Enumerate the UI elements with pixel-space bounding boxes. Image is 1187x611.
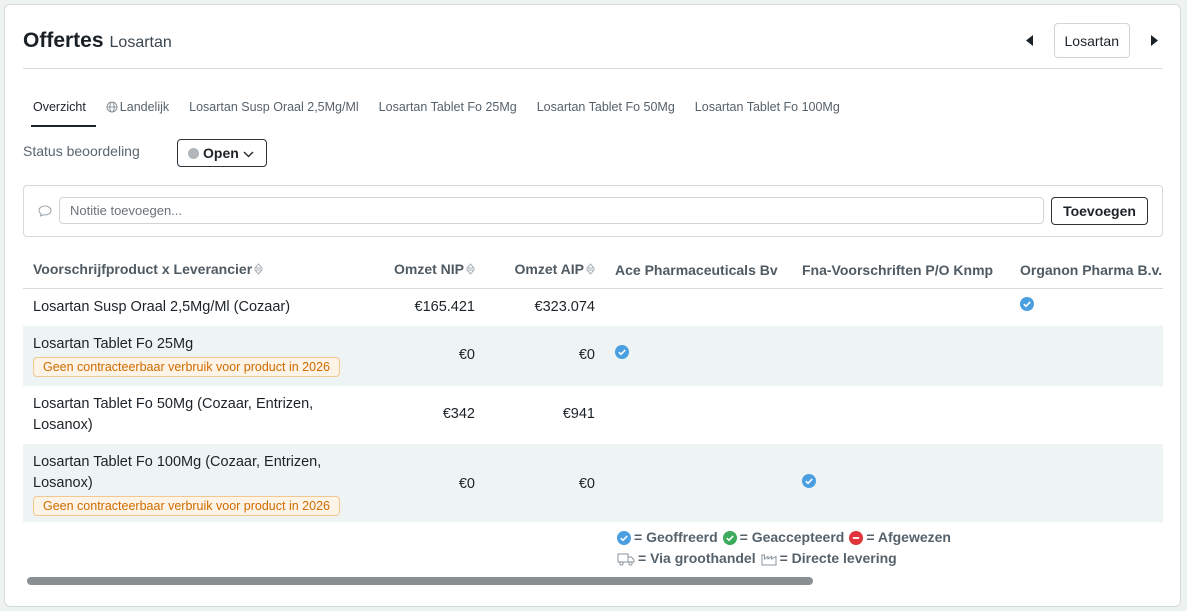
offer-cell [1010, 288, 1163, 326]
offer-cell [605, 325, 792, 386]
omzet-aip-cell: €0 [485, 443, 605, 522]
status-value: Open [203, 145, 239, 161]
product-name: Losartan Susp Oraal 2,5Mg/Ml (Cozaar) [33, 298, 291, 315]
offer-cell [792, 325, 1010, 386]
column-header-supplier: Fna-Voorschriften P/O Knmp [792, 252, 1010, 289]
legend-delivery-row: = Via groothandel = Directe levering [617, 548, 951, 569]
tab-overzicht[interactable]: Overzicht [23, 97, 96, 127]
legend-status-row: = Geoffreerd = Geaccepteerd = Afgewezen [617, 527, 951, 548]
offer-cell [792, 443, 1010, 522]
offers-panel: Offertes Losartan Losartan Overzicht Lan… [4, 4, 1181, 607]
column-header-supplier: Ace Pharmaceuticals Bv [605, 252, 792, 289]
omzet-aip-cell: €323.074 [534, 298, 595, 315]
accepted-check-icon [722, 530, 737, 545]
table-row[interactable]: Losartan Susp Oraal 2,5Mg/Ml (Cozaar) €1… [23, 288, 1163, 326]
offered-check-icon[interactable] [1020, 296, 1034, 318]
table-row[interactable]: Losartan Tablet Fo 50Mg (Cozaar, Entrize… [23, 386, 1163, 444]
tab-label: Losartan Tablet Fo 25Mg [378, 100, 517, 114]
horizontal-scrollbar[interactable] [27, 577, 813, 585]
offer-cell [792, 288, 1010, 326]
note-box: Toevoegen [23, 185, 1163, 237]
offer-cell [605, 443, 792, 522]
table-header-row: Voorschrijfproduct x Leverancier Omzet N… [23, 252, 1163, 289]
product-cell: Losartan Tablet Fo 50Mg (Cozaar, Entrize… [23, 386, 365, 444]
legend-wholesale: = Via groothandel [638, 550, 756, 566]
warning-badge: Geen contracteerbaar verbruik voor produ… [33, 356, 340, 377]
tab-label: Losartan Susp Oraal 2,5Mg/Ml [189, 100, 359, 114]
column-header-omzet-aip[interactable]: Omzet AIP [485, 252, 605, 289]
offers-table-container: Voorschrijfproduct x Leverancier Omzet N… [23, 252, 1163, 522]
triangle-right-icon[interactable] [1142, 29, 1166, 53]
tab-label: Overzicht [33, 100, 86, 114]
globe-icon [106, 101, 118, 116]
product-name: Losartan Tablet Fo 50Mg (Cozaar, Entrize… [33, 395, 314, 433]
triangle-left-icon[interactable] [1018, 29, 1042, 53]
offer-cell [792, 386, 1010, 444]
sort-icon [254, 262, 264, 278]
status-label: Status beoordeling [23, 143, 140, 159]
tab-bar: Overzicht Landelijk Losartan Susp Oraal … [23, 97, 850, 127]
truck-icon [617, 552, 635, 566]
offer-cell [605, 288, 792, 326]
offer-cell [1010, 386, 1163, 444]
speech-bubble-icon [38, 204, 52, 222]
offered-check-icon [617, 530, 631, 545]
legend-accepted: = Geaccepteerd [739, 529, 845, 545]
offer-cell [1010, 325, 1163, 386]
omzet-nip-cell: €0 [365, 325, 485, 386]
product-navigator: Losartan [1018, 23, 1166, 58]
product-name: Losartan Tablet Fo 25Mg [33, 335, 194, 352]
tab-label: Losartan Tablet Fo 100Mg [694, 100, 840, 114]
product-cell: Losartan Tablet Fo 100Mg (Cozaar, Entriz… [23, 443, 365, 522]
sort-icon [585, 262, 596, 278]
omzet-nip-cell: €165.421 [414, 298, 475, 315]
offer-cell [605, 386, 792, 444]
legend: = Geoffreerd = Geaccepteerd = Afgewezen … [617, 527, 951, 569]
page-title-product: Losartan [109, 34, 172, 51]
omzet-nip-cell: €0 [365, 443, 485, 522]
legend-direct: = Directe levering [779, 550, 897, 566]
table-row[interactable]: Losartan Tablet Fo 100Mg (Cozaar, Entriz… [23, 443, 1163, 522]
product-name: Losartan Tablet Fo 100Mg (Cozaar, Entriz… [33, 453, 322, 491]
tab-label: Losartan Tablet Fo 50Mg [536, 100, 675, 114]
table-row[interactable]: Losartan Tablet Fo 25Mg Geen contracteer… [23, 325, 1163, 386]
page-title: Offertes Losartan [23, 29, 172, 53]
product-cell: Losartan Tablet Fo 25Mg Geen contracteer… [23, 325, 365, 386]
status-select[interactable]: Open [177, 139, 267, 167]
offered-check-icon[interactable] [615, 345, 629, 366]
warning-badge: Geen contracteerbaar verbruik voor produ… [33, 495, 340, 516]
column-header-product[interactable]: Voorschrijfproduct x Leverancier [23, 252, 365, 289]
omzet-aip-cell: €941 [562, 406, 595, 423]
tab-label: Landelijk [119, 100, 170, 114]
chevron-down-icon [243, 145, 254, 161]
product-cell: Losartan Susp Oraal 2,5Mg/Ml (Cozaar) [23, 288, 365, 326]
sort-icon [465, 262, 476, 278]
rejected-minus-icon [849, 530, 864, 545]
offered-check-icon[interactable] [802, 473, 816, 495]
add-note-button[interactable]: Toevoegen [1051, 197, 1148, 225]
page-title-main: Offertes [23, 29, 104, 52]
note-input[interactable] [59, 197, 1044, 224]
header-divider [23, 68, 1162, 69]
tab-landelijk[interactable]: Landelijk [96, 97, 179, 127]
omzet-nip-cell: €342 [442, 406, 475, 423]
tab-tablet-100mg[interactable]: Losartan Tablet Fo 100Mg [685, 97, 850, 127]
column-header-omzet-nip[interactable]: Omzet NIP [365, 252, 485, 289]
tab-susp-oraal[interactable]: Losartan Susp Oraal 2,5Mg/Ml [179, 97, 369, 127]
tab-tablet-50mg[interactable]: Losartan Tablet Fo 50Mg [527, 97, 685, 127]
column-header-supplier: Organon Pharma B.v. [1010, 252, 1163, 289]
tab-tablet-25mg[interactable]: Losartan Tablet Fo 25Mg [369, 97, 527, 127]
status-dot [188, 147, 199, 159]
legend-rejected: = Afgewezen [866, 529, 951, 545]
omzet-aip-cell: €0 [485, 325, 605, 386]
legend-offered: = Geoffreerd [634, 529, 718, 545]
product-selector-button[interactable]: Losartan [1053, 23, 1130, 58]
offers-table: Voorschrijfproduct x Leverancier Omzet N… [23, 252, 1163, 522]
offer-cell [1010, 443, 1163, 522]
factory-icon [761, 552, 777, 566]
